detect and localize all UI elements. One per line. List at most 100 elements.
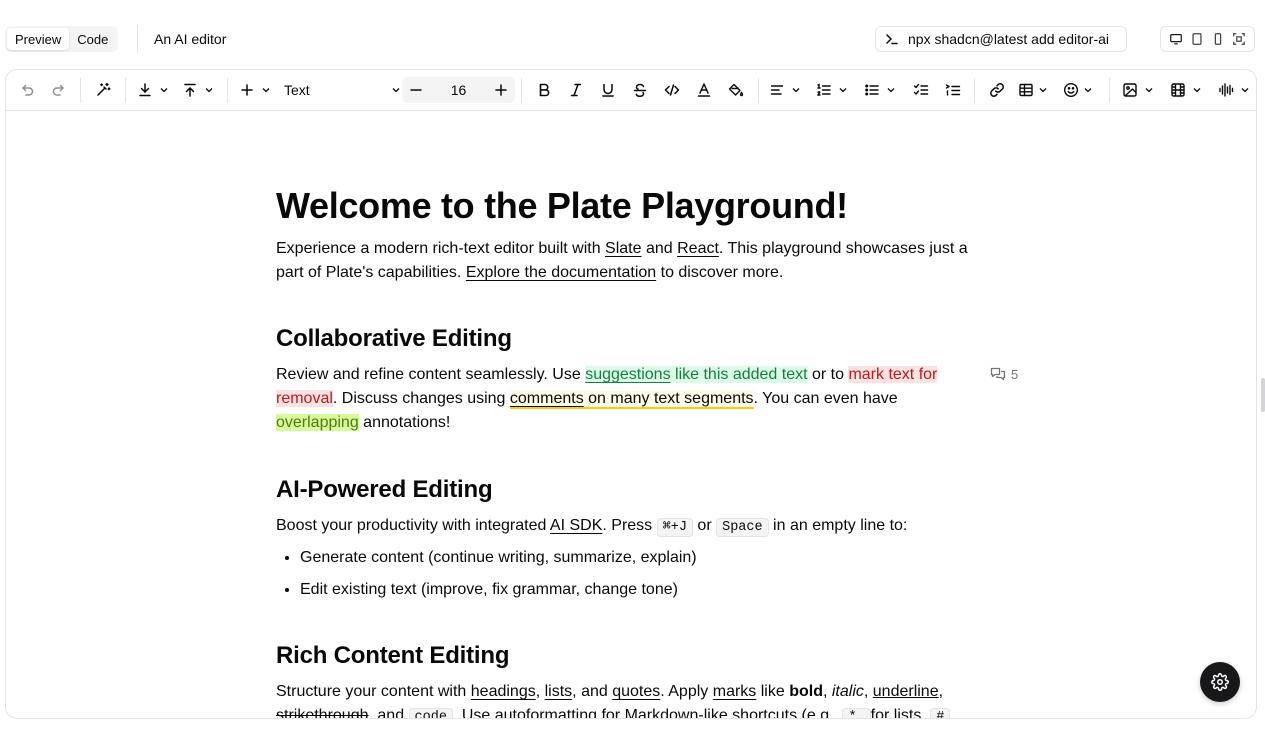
text-color-icon[interactable]	[693, 78, 715, 102]
text: and	[641, 240, 678, 257]
install-command-text: npx shadcn@latest add editor-ai	[908, 31, 1109, 47]
export-button[interactable]	[182, 78, 218, 102]
heading-ai-powered-editing[interactable]: AI-Powered Editing	[276, 474, 493, 506]
bulleted-list-icon	[865, 84, 879, 96]
text: , and	[572, 683, 613, 700]
text: in an empty line to:	[768, 517, 908, 534]
text: Experience a modern rich-text editor bui…	[276, 240, 606, 257]
tab-code[interactable]: Code	[69, 28, 116, 50]
import-button[interactable]	[137, 78, 173, 102]
highlight-icon[interactable]	[725, 78, 747, 102]
inline-code: code	[408, 708, 453, 718]
comment-count-button[interactable]: 5	[990, 366, 1018, 382]
settings-button[interactable]	[1200, 662, 1240, 702]
collab-paragraph[interactable]: Review and refine content seamlessly. Us…	[276, 363, 976, 435]
table-button[interactable]	[1018, 78, 1054, 102]
redo-icon[interactable]	[48, 78, 70, 102]
bold-icon[interactable]	[533, 78, 555, 102]
kbd-asterisk: *	[842, 708, 871, 718]
ai-bullet-list: Generate content (continue writing, summ…	[300, 542, 980, 606]
text: ,	[822, 683, 832, 700]
rich-paragraph[interactable]: Structure your content with headings, li…	[276, 680, 988, 718]
lists-link[interactable]: lists	[545, 683, 573, 700]
kbd-space: Space	[716, 518, 769, 537]
undo-icon[interactable]	[16, 78, 38, 102]
font-size-minus-icon[interactable]	[408, 82, 424, 98]
emoji-icon	[1063, 82, 1079, 98]
emoji-button[interactable]	[1063, 78, 1099, 102]
overlapping-annotation[interactable]: overlapping	[276, 414, 359, 431]
autoformatting-link[interactable]: autoformatting	[495, 707, 597, 718]
chevron-down-icon	[392, 88, 400, 93]
text: . You can even have	[753, 390, 898, 407]
headings-link[interactable]: headings	[471, 683, 536, 700]
heading-collaborative-editing[interactable]: Collaborative Editing	[276, 323, 512, 355]
react-link[interactable]: React	[677, 240, 719, 257]
tablet-icon[interactable]	[1188, 30, 1206, 48]
kbd-hash: #	[930, 708, 951, 718]
list-item[interactable]: Generate content (continue writing, summ…	[300, 542, 980, 574]
suggestion-link[interactable]: suggestions	[585, 366, 671, 383]
comment-highlight[interactable]: on many text segments	[583, 390, 754, 409]
todo-list-icon[interactable]	[910, 78, 932, 102]
document-title[interactable]: Welcome to the Plate Playground!	[276, 184, 848, 228]
list-item[interactable]: Edit existing text (improve, fix grammar…	[300, 574, 980, 606]
link-icon[interactable]	[986, 78, 1008, 102]
toolbar-divider	[1109, 78, 1110, 103]
install-command-button[interactable]: npx shadcn@latest add editor-ai	[875, 26, 1127, 52]
comments-icon	[990, 367, 1006, 381]
toggle-list-icon[interactable]	[942, 78, 964, 102]
text: like	[756, 683, 790, 700]
marks-link[interactable]: marks	[713, 683, 757, 700]
mobile-icon[interactable]	[1209, 30, 1227, 48]
numbered-list-button[interactable]	[816, 78, 852, 102]
device-switcher	[1160, 26, 1255, 52]
toolbar-divider	[125, 78, 126, 103]
text: for Markdown-like shortcuts (e.g.,	[597, 707, 843, 718]
video-button[interactable]	[1170, 78, 1206, 102]
bulleted-list-button[interactable]	[864, 78, 900, 102]
turn-into-dropdown[interactable]: Text	[283, 78, 401, 102]
kbd-cmd-j: ⌘+J	[656, 518, 693, 537]
desktop-icon[interactable]	[1167, 30, 1185, 48]
ai-wand-icon[interactable]	[92, 78, 114, 102]
align-icon	[770, 85, 784, 95]
toolbar-divider	[80, 78, 81, 103]
tab-preview[interactable]: Preview	[7, 28, 70, 50]
suggestion-insertion[interactable]: like this added text	[670, 366, 808, 383]
audio-button[interactable]	[1218, 78, 1254, 102]
ai-paragraph[interactable]: Boost your productivity with integrated …	[276, 514, 976, 540]
text: or to	[807, 366, 849, 383]
code-icon[interactable]	[661, 78, 683, 102]
italic-icon[interactable]	[565, 78, 587, 102]
ai-sdk-link[interactable]: AI SDK	[550, 517, 602, 534]
font-size-plus-icon[interactable]	[493, 82, 509, 98]
toolbar-divider	[974, 78, 975, 103]
underline-icon[interactable]	[597, 78, 619, 102]
font-size-stepper: 16	[402, 77, 515, 103]
heading-rich-content-editing[interactable]: Rich Content Editing	[276, 640, 510, 672]
text: ,	[863, 683, 873, 700]
scrollbar[interactable]	[1261, 378, 1265, 412]
view-toggle: Preview Code	[5, 26, 119, 52]
slate-link[interactable]: Slate	[605, 240, 641, 257]
intro-paragraph[interactable]: Experience a modern rich-text editor bui…	[276, 237, 976, 285]
editor-toolbar: Text 16	[6, 70, 1256, 111]
text: for lists,	[870, 707, 931, 718]
text: to discover more.	[656, 264, 784, 281]
quotes-link[interactable]: quotes	[612, 683, 660, 700]
fullscreen-icon[interactable]	[1230, 30, 1248, 48]
text: . Press	[602, 517, 657, 534]
documentation-link[interactable]: Explore the documentation	[466, 264, 656, 281]
insert-button[interactable]	[239, 78, 275, 102]
font-size-input[interactable]: 16	[439, 82, 479, 98]
strikethrough-icon[interactable]	[629, 78, 651, 102]
align-button[interactable]	[769, 78, 805, 102]
text: annotations!	[358, 414, 451, 431]
image-button[interactable]	[1122, 78, 1158, 102]
chevron-down-icon	[1084, 88, 1092, 93]
divider	[137, 25, 138, 53]
insert-plus-icon	[241, 84, 253, 96]
text: . Use	[452, 707, 495, 718]
comment-link[interactable]: comments	[509, 390, 584, 409]
